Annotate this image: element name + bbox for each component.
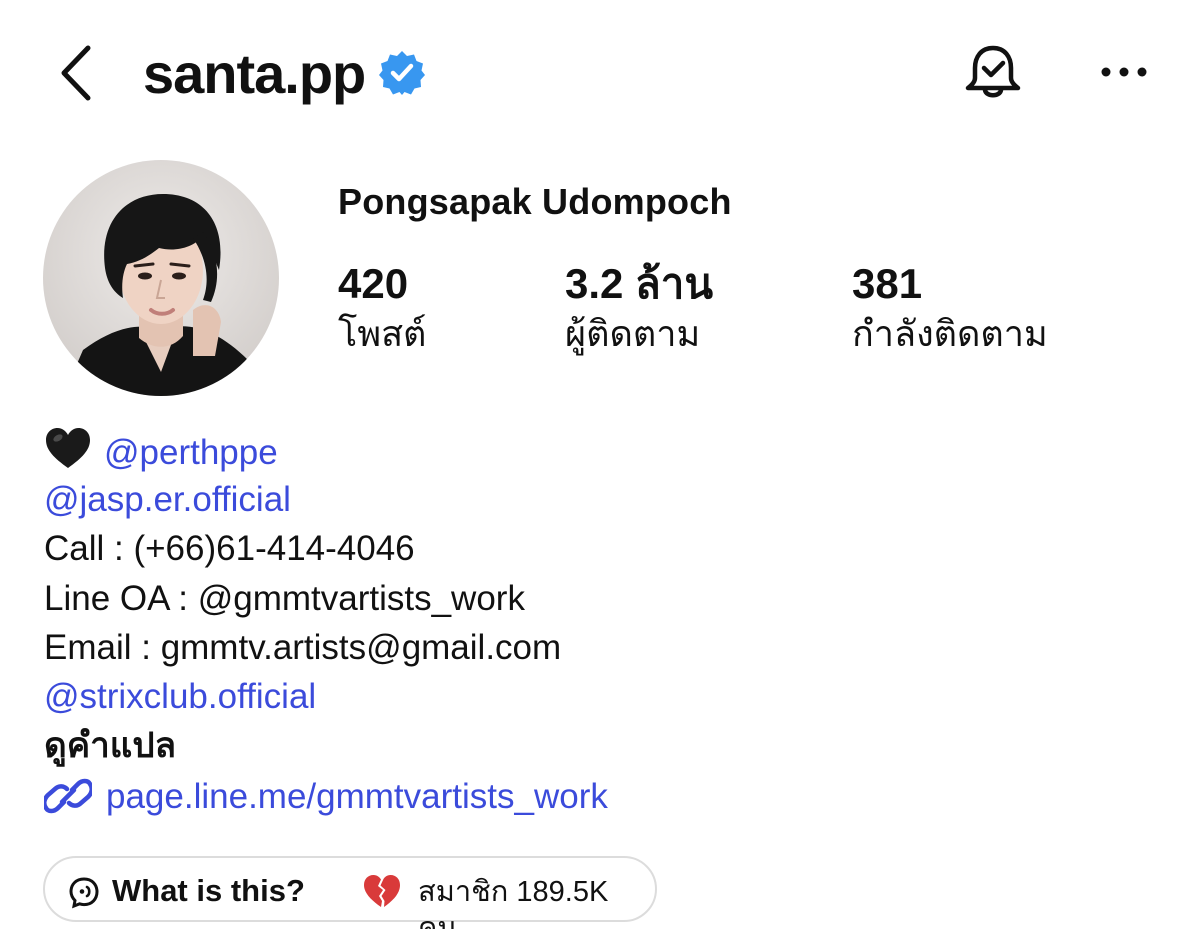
- bio: @perthppe @jasp.er.official Call : (+66)…: [44, 426, 1144, 822]
- see-translation-button[interactable]: ดูคำแปล: [44, 721, 1144, 770]
- mention-jasper[interactable]: @jasp.er.official: [44, 480, 291, 519]
- posts-count[interactable]: 420 โพสต์: [338, 258, 426, 358]
- bio-email: Email : gmmtv.artists@gmail.com: [44, 627, 562, 667]
- verified-badge-icon: [379, 51, 425, 95]
- more-horizontal-icon: [1101, 67, 1147, 77]
- channel-name: What is this?: [112, 873, 305, 908]
- notification-bell-button[interactable]: [962, 40, 1024, 106]
- bio-line-6: @strixclub.official: [44, 672, 1144, 721]
- profile-photo: [43, 160, 279, 396]
- followers-label: ผู้ติดตาม: [565, 313, 701, 354]
- following-label: กำลังติดตาม: [852, 313, 1048, 354]
- broadcast-channel-icon: [69, 877, 99, 909]
- username-title: santa.pp: [143, 42, 366, 105]
- following-count[interactable]: 381 กำลังติดตาม: [852, 258, 1048, 358]
- bio-link-row[interactable]: page.line.me/gmmtvartists_work: [44, 772, 1144, 821]
- chevron-left-icon: [61, 45, 91, 101]
- more-options-button[interactable]: [1098, 50, 1150, 94]
- mention-perthppe[interactable]: @perthppe: [104, 433, 278, 472]
- bio-line-oa: Line OA : @gmmtvartists_work: [44, 578, 525, 618]
- top-bar: santa.pp: [0, 0, 1200, 140]
- bio-line-1: @perthppe: [44, 426, 1144, 475]
- posts-value: 420: [338, 260, 409, 307]
- broken-heart-emoji: [364, 875, 400, 907]
- full-name: Pongsapak Udompoch: [338, 181, 732, 222]
- following-value: 381: [852, 260, 923, 307]
- mention-strixclub[interactable]: @strixclub.official: [44, 677, 316, 716]
- back-button[interactable]: [52, 38, 102, 108]
- black-heart-emoji: [46, 428, 90, 468]
- bio-line-2: @jasp.er.official: [44, 475, 1144, 524]
- posts-label: โพสต์: [338, 313, 427, 354]
- bio-link[interactable]: page.line.me/gmmtvartists_work: [106, 777, 608, 816]
- link-icon: [44, 779, 92, 814]
- bio-call: Call : (+66)61-414-4046: [44, 529, 415, 569]
- channel-members: สมาชิก 189.5K คน: [418, 876, 609, 929]
- bell-check-icon: [965, 45, 1021, 98]
- followers-count[interactable]: 3.2 ล้าน ผู้ติดตาม: [565, 258, 713, 358]
- followers-value: 3.2 ล้าน: [565, 260, 714, 307]
- broadcast-channel-pill[interactable]: What is this? สมาชิก 189.5K คน: [43, 856, 657, 929]
- profile-avatar[interactable]: [43, 160, 279, 396]
- profile-page: santa.pp Pongsapak Udompoch 420 โพสต์ 3.…: [0, 0, 1200, 929]
